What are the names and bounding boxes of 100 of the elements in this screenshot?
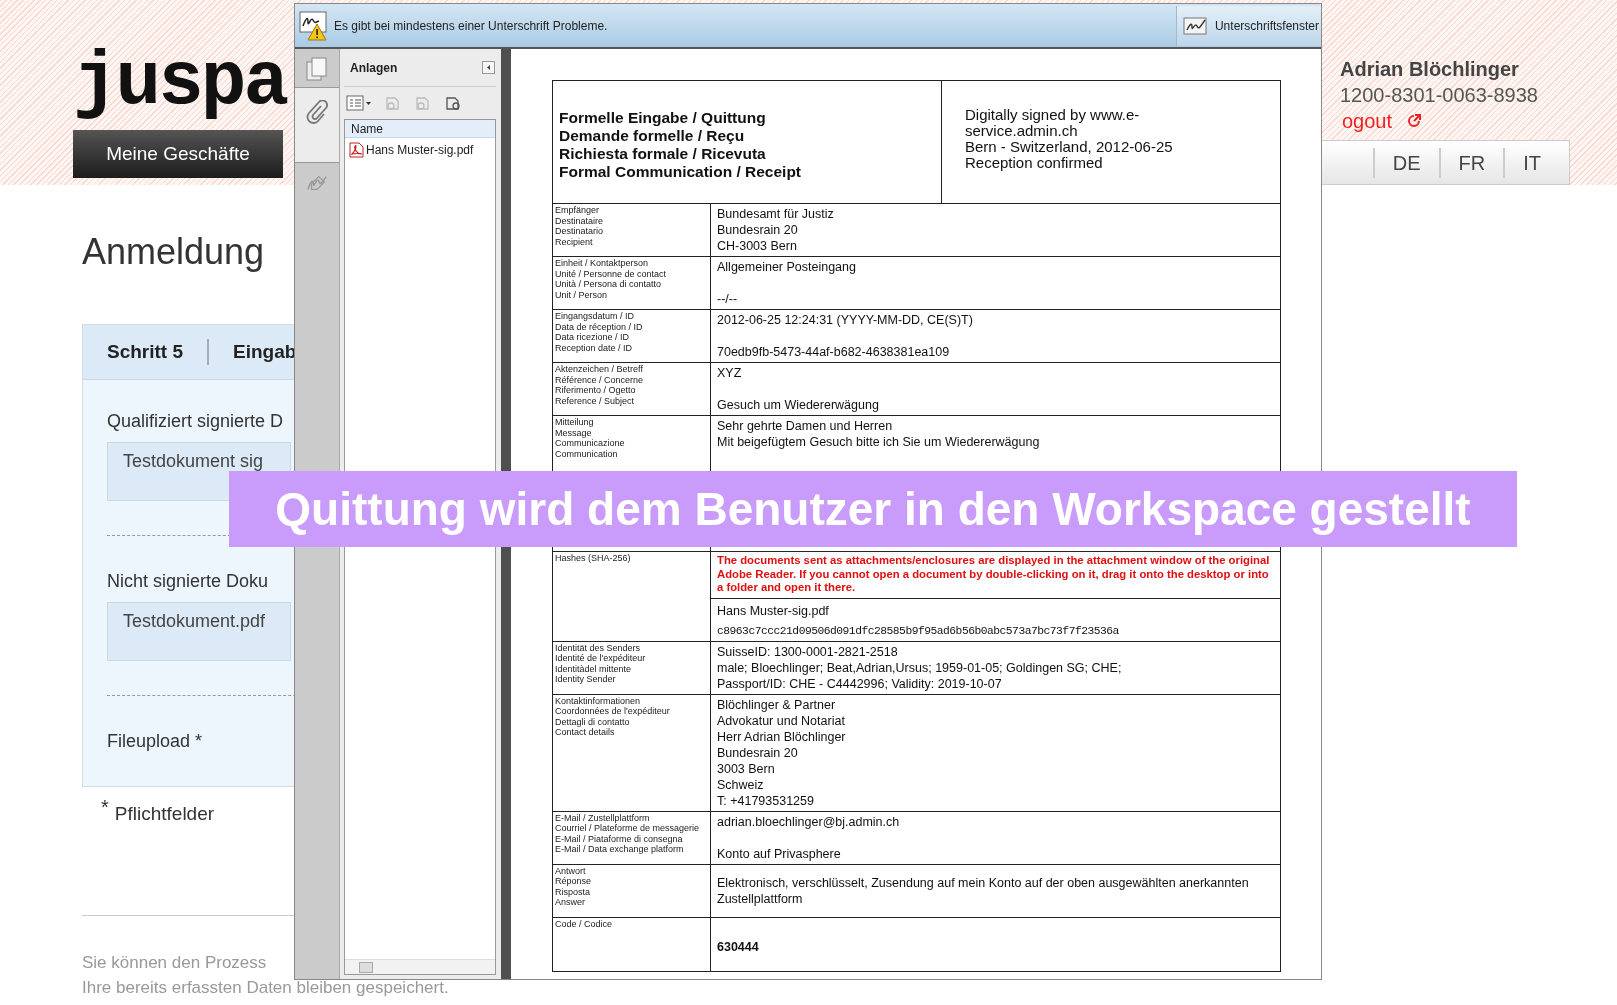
nav-tab[interactable]: Meine Geschäfte [73, 130, 283, 178]
field-label: Eingangsdatum / ID [555, 311, 636, 322]
field-value: Bundesamt für Justiz [716, 206, 835, 222]
receipt-title: Richiesta formale / Ricevuta [559, 145, 767, 163]
signature-info: Bern - Switzerland, 2012-06-25 [965, 139, 1174, 155]
field-value: Konto auf Privasphere [716, 845, 842, 862]
file-field[interactable]: Testdokument.pdf [107, 602, 291, 661]
field-label: E-Mail / Data exchange platform [555, 844, 685, 855]
field-value: SuisseID: 1300-0001-2821-2518 [716, 643, 899, 660]
field-value: T: +41793531259 [716, 792, 815, 809]
field-value: 3003 Bern [716, 760, 776, 777]
field-value: --/-- [716, 291, 739, 307]
horizontal-scrollbar[interactable] [345, 959, 495, 974]
language-link[interactable]: FR [1438, 147, 1504, 178]
field-label: Empfänger [555, 205, 601, 216]
field-label: Reception date / ID [555, 342, 634, 353]
receipt-title: Demande formelle / Reçu [559, 127, 746, 145]
field-value: 2012-06-25 12:24:31 (YYYY-MM-DD, CE(S)T) [716, 312, 974, 328]
field-value: Advokatur und Notariat [716, 712, 846, 729]
field-label: Unité / Personne de contact [555, 268, 668, 279]
field-label: Recipient [555, 236, 594, 247]
field-label: Unità / Persona di contatto [555, 279, 663, 290]
signature-info: Digitally signed by www.e- [965, 107, 1141, 123]
field-label: Identität des Senders [555, 642, 642, 653]
field-label: Destinatario [555, 226, 605, 237]
field-label: Fileupload * [107, 730, 203, 752]
step-title: Eingab [233, 339, 297, 364]
field-label: Answer [555, 897, 586, 908]
field-value: CH-3003 Bern [716, 238, 798, 254]
receipt-code: 630444 [716, 938, 760, 955]
field-label: Contact details [555, 727, 616, 738]
warning-text: The documents sent as attachments/enclosures are displayed in the attachment window of the original Adobe Reader. If you cannot open a document by double-clicking on it, drag it onto the desktop or into a folder and open it there. [716, 554, 1271, 595]
info-text: Ihre bereits erfassten Daten bleiben gespeichert. [82, 977, 449, 999]
field-label: Hashes (SHA-256) [555, 553, 632, 564]
pages-icon [306, 57, 328, 81]
step-label: Schritt 5 [107, 339, 184, 364]
logout-link[interactable]: ogout [1342, 108, 1393, 134]
field-value: Mit beigefügtem Gesuch bitte ich Sie um Wiedererwägung [716, 434, 1041, 450]
options-menu-icon[interactable] [346, 95, 372, 111]
column-header[interactable]: Name [345, 120, 495, 138]
field-value: adrian.bloechlinger@bj.admin.ch [716, 813, 901, 830]
signature-info: Reception confirmed [965, 155, 1104, 171]
field-label: E-Mail / Piataforme di consegna [555, 833, 684, 844]
field-value: 70edb9fb-5473-44af-b682-4638381ea109 [716, 344, 951, 360]
language-link[interactable]: IT [1503, 147, 1559, 178]
external-link-icon[interactable] [1406, 113, 1423, 129]
signature-warning-icon [299, 9, 329, 42]
field-label: Identité de l'expéditeur [555, 653, 647, 664]
site-logo[interactable]: juspa [73, 40, 287, 126]
field-label: Einheit / Kontaktperson [555, 258, 650, 269]
hash-value: c8963c7ccc21d09506d091dfc28585b9f95ad6b56b0abc573a7bc73f7f23536a [716, 623, 1120, 639]
field-label: Kontaktinformationen [555, 695, 642, 706]
field-label: Risposta [555, 886, 591, 897]
field-label: Code / Codice [555, 918, 614, 929]
sidebar-tab[interactable] [295, 87, 339, 163]
info-text: Sie können den Prozess [82, 952, 267, 974]
attachment-item[interactable]: Hans Muster-sig.pdf [345, 141, 495, 159]
field-value: Elektronisch, verschlüsselt, Zusendung auf mein Konto auf der oben ausgewählten anerkannten Zustellplattform [716, 874, 1250, 907]
field-label: Reference / Subject [555, 395, 636, 406]
signature-panel-button[interactable]: Unterschriftsfenster [1175, 5, 1321, 46]
receipt-title: Formal Communication / Receipt [559, 163, 802, 181]
field-label: Identitàdel mittente [555, 663, 633, 674]
language-link[interactable]: DE [1372, 147, 1439, 178]
field-label: Message [555, 427, 593, 438]
file-name: Hans Muster-sig.pdf [711, 597, 1280, 619]
receipt-title: Formelle Eingabe / Quittung [559, 109, 767, 127]
field-value: Blöchlinger & Partner [716, 696, 837, 713]
field-label: Réponse [555, 876, 593, 887]
panel-title: Anlagen [350, 59, 398, 77]
field-label: E-Mail / Zustellplattform [555, 812, 651, 823]
required-note: Pflichtfelder [114, 803, 215, 825]
pdf-file-icon [349, 142, 364, 158]
paperclip-icon [306, 100, 328, 124]
field-label: Aktenzeichen / Betreff [555, 364, 644, 375]
field-label: Référence / Concerne [555, 374, 645, 385]
field-label: Courriel / Plateforme de messagerie [555, 823, 701, 834]
field-label: Coordonnées de l'expéditeur [555, 706, 671, 717]
collapse-button-icon[interactable] [482, 61, 495, 74]
field-label: Identity Sender [555, 674, 617, 685]
field-value: XYZ [716, 365, 743, 381]
user-id: 1200-8301-0063-8938 [1339, 83, 1539, 108]
caption-toast: Quittung wird dem Benutzer in den Workspace gestellt [229, 471, 1517, 547]
field-value: male; Bloechlinger; Beat,Adrian,Ursus; 1959-01-05; Goldingen SG; CHE; [716, 659, 1123, 676]
required-mark: * [101, 797, 109, 817]
field-label: Nicht signierte Doku [107, 570, 269, 592]
field-label: Riferimento / Ogetto [555, 385, 637, 396]
field-value: Gesuch um Wiedererwägung [716, 397, 880, 413]
field-label: Dettagli di contatto [555, 716, 631, 727]
field-value: Allgemeiner Posteingang [716, 259, 857, 275]
field-value: Herr Adrian Blöchlinger [716, 728, 847, 745]
field-value: Passport/ID: CHE - C4442996; Validity: 2019-10-07 [716, 675, 1003, 692]
field-value: Bundesrain 20 [716, 744, 799, 761]
field-label: Unit / Person [555, 289, 609, 300]
field-value: Sehr gehrte Damen und Herren [716, 418, 894, 434]
field-label: Communication [555, 448, 619, 459]
field-label: Data ricezione / ID [555, 332, 631, 343]
field-label: Destinataire [555, 215, 605, 226]
signature-warning-text: Es gibt bei mindestens einer Unterschrift Probleme. [334, 17, 608, 35]
field-label: Mitteilung [555, 417, 595, 428]
field-label: Antwort [555, 865, 587, 876]
